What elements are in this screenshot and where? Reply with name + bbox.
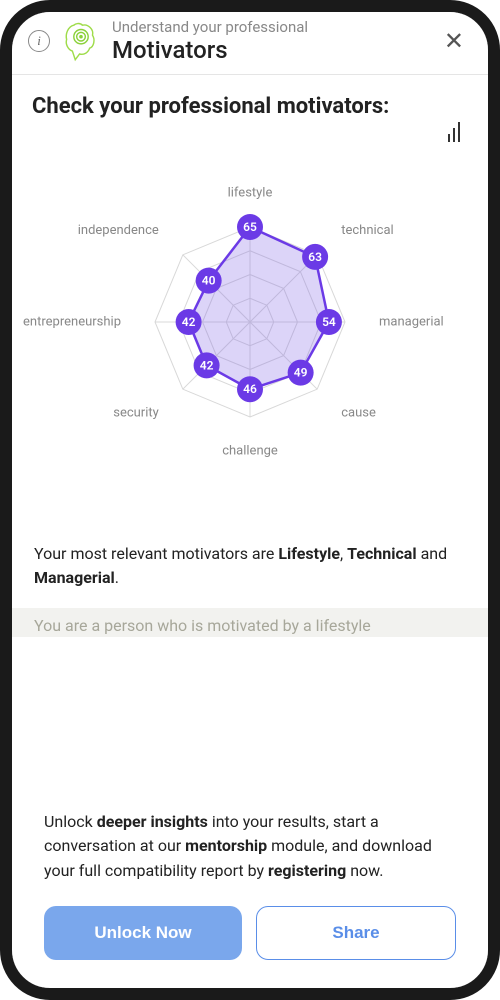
unlock-panel: Unlock deeper insights into your results…: [24, 790, 476, 976]
svg-text:40: 40: [202, 273, 216, 287]
unlock-copy: Unlock deeper insights into your results…: [44, 810, 456, 884]
svg-text:challenge: challenge: [222, 443, 278, 458]
svg-text:lifestyle: lifestyle: [228, 185, 273, 200]
svg-text:42: 42: [182, 315, 196, 329]
info-icon[interactable]: i: [28, 30, 50, 52]
unlock-now-button[interactable]: Unlock Now: [44, 906, 242, 960]
svg-text:65: 65: [243, 220, 257, 234]
share-button[interactable]: Share: [256, 906, 456, 960]
brain-logo-icon: [58, 18, 104, 64]
svg-text:technical: technical: [341, 223, 394, 238]
svg-text:42: 42: [200, 358, 214, 372]
section-heading: Check your professional motivators:: [32, 93, 468, 122]
close-icon[interactable]: ✕: [436, 23, 472, 59]
svg-text:cause: cause: [341, 405, 376, 420]
svg-text:46: 46: [243, 382, 257, 396]
header: i Understand your professional Motivator…: [12, 12, 488, 75]
summary-text: Your most relevant motivators are Lifest…: [32, 542, 468, 590]
radar-chart: 65 63 54 49 46 42 42 40 lifestyle technical manage…: [32, 162, 468, 482]
svg-text:managerial: managerial: [379, 314, 444, 329]
header-title: Motivators: [112, 36, 436, 64]
bar-chart-icon[interactable]: [448, 122, 460, 142]
svg-text:63: 63: [308, 249, 322, 263]
svg-text:49: 49: [294, 365, 308, 379]
svg-text:54: 54: [322, 315, 336, 329]
header-subtitle: Understand your professional: [112, 18, 436, 36]
svg-text:independence: independence: [78, 223, 159, 238]
teaser-text: You are a person who is motivated by a l…: [12, 608, 488, 637]
svg-text:security: security: [113, 405, 159, 420]
svg-text:entrepreneurship: entrepreneurship: [23, 314, 121, 329]
